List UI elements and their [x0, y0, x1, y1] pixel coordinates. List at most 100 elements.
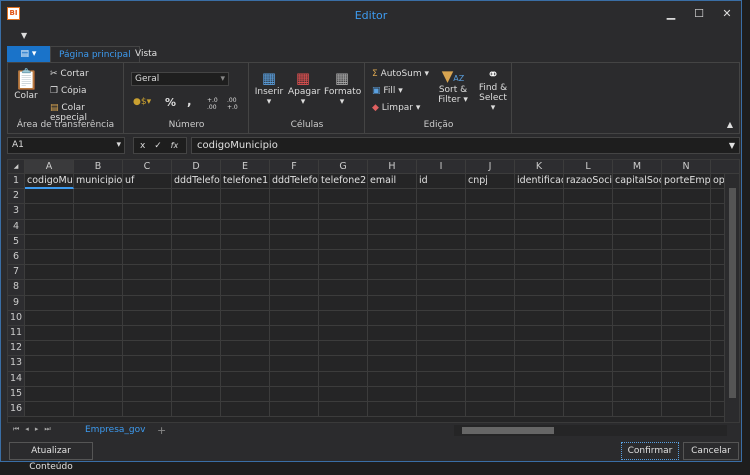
- grid-cell[interactable]: [25, 280, 74, 296]
- grid-cell[interactable]: [368, 386, 417, 402]
- grid-cell[interactable]: [270, 234, 319, 250]
- grid-cell[interactable]: cnpj: [466, 174, 515, 190]
- increase-decimal-icon[interactable]: +.0.00: [207, 97, 218, 111]
- grid-cell[interactable]: [319, 371, 368, 387]
- grid-cell[interactable]: [319, 280, 368, 296]
- grid-cell[interactable]: [417, 326, 466, 342]
- grid-cell[interactable]: [515, 219, 564, 235]
- grid-cell[interactable]: [564, 295, 613, 311]
- grid-cell[interactable]: [221, 310, 270, 326]
- grid-cell[interactable]: [74, 204, 123, 220]
- grid-cell[interactable]: [564, 280, 613, 296]
- grid-cell[interactable]: [564, 265, 613, 281]
- grid-cell[interactable]: [172, 341, 221, 357]
- grid-cell[interactable]: [270, 402, 319, 418]
- grid-cell[interactable]: [319, 234, 368, 250]
- grid-cell[interactable]: [368, 371, 417, 387]
- grid-cell[interactable]: [270, 219, 319, 235]
- grid-cell[interactable]: [74, 371, 123, 387]
- grid-cell[interactable]: [221, 204, 270, 220]
- grid-cell[interactable]: [662, 219, 711, 235]
- column-header[interactable]: K: [515, 160, 564, 174]
- grid-cell[interactable]: [74, 386, 123, 402]
- grid-cell[interactable]: [613, 402, 662, 418]
- grid-cell[interactable]: [221, 280, 270, 296]
- grid-cell[interactable]: [270, 280, 319, 296]
- grid-cell[interactable]: [466, 310, 515, 326]
- grid-cell[interactable]: [221, 326, 270, 342]
- grid-cell[interactable]: [515, 265, 564, 281]
- grid-cell[interactable]: [25, 295, 74, 311]
- grid-cell[interactable]: [466, 295, 515, 311]
- grid-cell[interactable]: [123, 204, 172, 220]
- grid-cell[interactable]: [466, 204, 515, 220]
- grid-cell[interactable]: [662, 295, 711, 311]
- grid-cell[interactable]: [25, 265, 74, 281]
- grid-cell[interactable]: [662, 386, 711, 402]
- sort-filter-button[interactable]: ▼AZ Sort & Filter ▾: [436, 67, 470, 105]
- grid-cell[interactable]: [172, 310, 221, 326]
- sheet-navigation-arrows[interactable]: ⏮◂▸⏭: [13, 425, 57, 434]
- grid-cell[interactable]: [564, 326, 613, 342]
- grid-cell[interactable]: [172, 189, 221, 205]
- grid-cell[interactable]: [662, 189, 711, 205]
- grid-cell[interactable]: [564, 189, 613, 205]
- grid-cell[interactable]: [172, 265, 221, 281]
- grid-cell[interactable]: [319, 219, 368, 235]
- grid-cell[interactable]: [564, 250, 613, 266]
- grid-cell[interactable]: [613, 386, 662, 402]
- grid-cell[interactable]: [74, 402, 123, 418]
- column-header[interactable]: M: [613, 160, 662, 174]
- grid-cell[interactable]: [74, 250, 123, 266]
- grid-cell[interactable]: [25, 189, 74, 205]
- grid-cell[interactable]: [417, 341, 466, 357]
- row-header[interactable]: 4: [8, 219, 25, 235]
- grid-cell[interactable]: [319, 356, 368, 372]
- grid-cell[interactable]: [123, 280, 172, 296]
- row-header[interactable]: 9: [8, 295, 25, 311]
- grid-cell[interactable]: [25, 341, 74, 357]
- grid-cell[interactable]: [368, 219, 417, 235]
- fill-button[interactable]: ▣ Fill ▾: [372, 86, 403, 96]
- grid-cell[interactable]: [172, 219, 221, 235]
- grid-cell[interactable]: [123, 341, 172, 357]
- grid-cell[interactable]: [172, 295, 221, 311]
- grid-cell[interactable]: [466, 371, 515, 387]
- spreadsheet-grid[interactable]: ◢ABCDEFGHIJKLMN 1codigoMunicipiomunicipio…: [7, 159, 740, 423]
- grid-cell[interactable]: [25, 204, 74, 220]
- grid-cell[interactable]: [123, 371, 172, 387]
- minimize-button[interactable]: ▁: [661, 7, 681, 20]
- grid-cell[interactable]: [25, 402, 74, 418]
- confirm-button[interactable]: Confirmar: [621, 442, 679, 460]
- file-menu-button[interactable]: ▤ ▾: [7, 46, 50, 62]
- grid-cell[interactable]: [515, 356, 564, 372]
- grid-cell[interactable]: [613, 204, 662, 220]
- grid-cell[interactable]: dddTelefone2: [270, 174, 319, 190]
- grid-cell[interactable]: [123, 356, 172, 372]
- grid-cell[interactable]: [564, 356, 613, 372]
- grid-cell[interactable]: telefone2: [319, 174, 368, 190]
- grid-cell[interactable]: [515, 326, 564, 342]
- formula-input[interactable]: codigoMunicipio ▼: [191, 137, 740, 154]
- grid-cell[interactable]: id: [417, 174, 466, 190]
- column-header[interactable]: C: [123, 160, 172, 174]
- cancel-button[interactable]: Cancelar: [683, 442, 739, 460]
- grid-cell[interactable]: [466, 341, 515, 357]
- grid-cell[interactable]: [466, 250, 515, 266]
- grid-cell[interactable]: [123, 402, 172, 418]
- grid-cell[interactable]: [515, 341, 564, 357]
- grid-cell[interactable]: razaoSocial: [564, 174, 613, 190]
- grid-cell[interactable]: [613, 356, 662, 372]
- grid-cell[interactable]: [515, 280, 564, 296]
- grid-cell[interactable]: [319, 310, 368, 326]
- grid-cell[interactable]: [270, 326, 319, 342]
- grid-cell[interactable]: [466, 280, 515, 296]
- paste-button[interactable]: 📋 Colar: [14, 67, 39, 101]
- grid-cell[interactable]: [368, 280, 417, 296]
- grid-cell[interactable]: [564, 234, 613, 250]
- grid-cell[interactable]: [270, 265, 319, 281]
- grid-cell[interactable]: [221, 402, 270, 418]
- clear-button[interactable]: ◆ Limpar ▾: [372, 103, 420, 113]
- cancel-formula-button[interactable]: x: [140, 141, 145, 151]
- grid-cell[interactable]: [319, 295, 368, 311]
